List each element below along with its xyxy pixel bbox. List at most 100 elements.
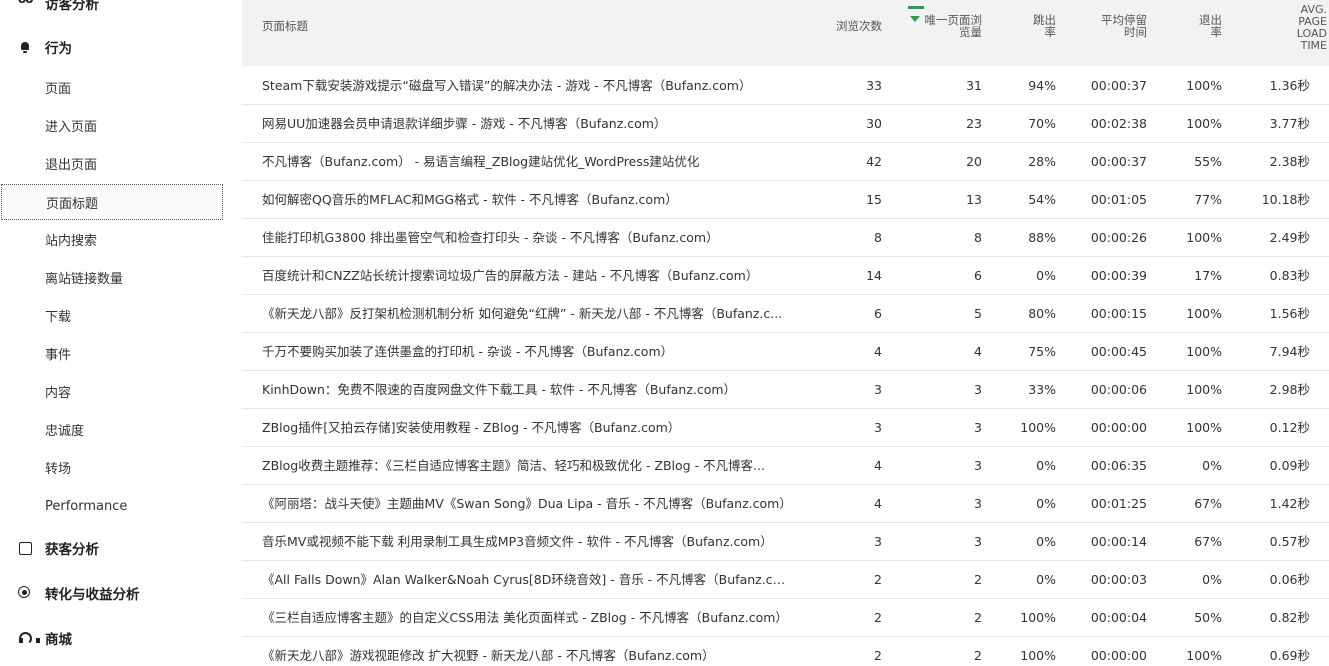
cell-exit-rate: 17% bbox=[1194, 268, 1222, 283]
cell-title[interactable]: 佳能打印机G3800 排出墨管空气和检查打印头 - 杂谈 - 不凡博客（Bufa… bbox=[262, 219, 792, 257]
cell-exit-rate: 100% bbox=[1186, 306, 1222, 321]
cell-title[interactable]: 如何解密QQ音乐的MFLAC和MGG格式 - 软件 - 不凡博客（Bufanz.… bbox=[262, 181, 792, 219]
cell-views: 14 bbox=[866, 268, 882, 283]
cell-title[interactable]: 网易UU加速器会员申请退款详细步骤 - 游戏 - 不凡博客（Bufanz.com… bbox=[262, 105, 792, 143]
cell-title[interactable]: KinhDown：免费不限速的百度网盘文件下载工具 - 软件 - 不凡博客（Bu… bbox=[262, 371, 792, 409]
sidebar-item-label: 内容 bbox=[45, 385, 72, 401]
sidebar-item-contents[interactable]: 内容 bbox=[0, 373, 224, 409]
cell-title[interactable]: Steam下载安装游戏提示“磁盘写入错误”的解决办法 - 游戏 - 不凡博客（B… bbox=[262, 67, 792, 105]
cell-avg-time: 00:00:45 bbox=[1090, 344, 1147, 359]
cell-unique-views: 23 bbox=[966, 116, 982, 131]
sidebar-item-performance[interactable]: Performance bbox=[0, 488, 224, 524]
cell-views: 3 bbox=[874, 534, 882, 549]
nav-section-visitors[interactable]: 访客分析 bbox=[18, 0, 99, 14]
table-row[interactable]: 《三栏自适应博客主题》的自定义CSS用法 美化页面样式 - ZBlog - 不凡… bbox=[242, 599, 1329, 637]
cell-bounce-rate: 100% bbox=[1020, 420, 1056, 435]
cell-bounce-rate: 0% bbox=[1036, 496, 1056, 511]
table-row[interactable]: 佳能打印机G3800 排出墨管空气和检查打印头 - 杂谈 - 不凡博客（Bufa… bbox=[242, 219, 1329, 257]
nav-section-acquisition[interactable]: 获客分析 bbox=[18, 537, 99, 559]
sidebar-item-exit-pages[interactable]: 退出页面 bbox=[0, 145, 224, 181]
cell-title[interactable]: ZBlog收费主题推荐：《三栏自适应博客主题》简洁、轻巧和极致优化 - ZBlo… bbox=[262, 447, 792, 485]
column-header-views[interactable]: 浏览次数 bbox=[822, 20, 882, 32]
sidebar-item-label: 页面 bbox=[45, 81, 72, 97]
cell-unique-views: 20 bbox=[966, 154, 982, 169]
cell-views: 6 bbox=[874, 306, 882, 321]
sidebar-item-pages[interactable]: 页面 bbox=[0, 69, 224, 105]
table-row[interactable]: 音乐MV或视频不能下载 利用录制工具生成MP3音频文件 - 软件 - 不凡博客（… bbox=[242, 523, 1329, 561]
cell-title[interactable]: 不凡博客（Bufanz.com） - 易语言编程_ZBlog建站优化_WordP… bbox=[262, 143, 792, 181]
cell-title[interactable]: 《三栏自适应博客主题》的自定义CSS用法 美化页面样式 - ZBlog - 不凡… bbox=[262, 599, 792, 637]
cell-avg-time: 00:06:35 bbox=[1090, 458, 1147, 473]
table-row[interactable]: ZBlog插件[又拍云存储]安装使用教程 - ZBlog - 不凡博客（Bufa… bbox=[242, 409, 1329, 447]
column-header-exit-line2: 率 bbox=[1210, 25, 1223, 39]
column-header-load-time[interactable]: AVG. PAGE LOAD TIME bbox=[1262, 4, 1327, 52]
cell-views: 42 bbox=[866, 154, 882, 169]
cell-title[interactable]: ZBlog插件[又拍云存储]安装使用教程 - ZBlog - 不凡博客（Bufa… bbox=[262, 409, 792, 447]
sidebar-item-site-search[interactable]: 站内搜索 bbox=[0, 221, 224, 257]
cell-load-time: 2.38秒 bbox=[1269, 154, 1310, 169]
cell-load-time: 0.12秒 bbox=[1269, 420, 1310, 435]
cell-exit-rate: 67% bbox=[1194, 534, 1222, 549]
cell-exit-rate: 100% bbox=[1186, 116, 1222, 131]
cell-title[interactable]: 百度统计和CNZZ站长统计搜索词垃圾广告的屏蔽方法 - 建站 - 不凡博客（Bu… bbox=[262, 257, 792, 295]
column-header-avgtime-line2: 时间 bbox=[1124, 25, 1147, 39]
table-row[interactable]: Steam下载安装游戏提示“磁盘写入错误”的解决办法 - 游戏 - 不凡博客（B… bbox=[242, 67, 1329, 105]
cell-exit-rate: 100% bbox=[1186, 344, 1222, 359]
nav-section-conversion[interactable]: 转化与收益分析 bbox=[18, 582, 140, 604]
cell-views: 8 bbox=[874, 230, 882, 245]
cell-load-time: 3.77秒 bbox=[1269, 116, 1310, 131]
cell-load-time: 0.06秒 bbox=[1269, 572, 1310, 587]
table-row[interactable]: 百度统计和CNZZ站长统计搜索词垃圾广告的屏蔽方法 - 建站 - 不凡博客（Bu… bbox=[242, 257, 1329, 295]
visitors-icon bbox=[18, 0, 33, 10]
sidebar-item-outlinks[interactable]: 离站链接数量 bbox=[0, 259, 224, 295]
table-row[interactable]: 《新天龙八部》游戏视距修改 扩大视野 - 新天龙八部 - 不凡博客（Bufanz… bbox=[242, 637, 1329, 666]
cell-views: 2 bbox=[874, 572, 882, 587]
sidebar-item-transitions[interactable]: 转场 bbox=[0, 449, 224, 485]
cell-avg-time: 00:00:00 bbox=[1090, 420, 1147, 435]
sidebar-item-entry-pages[interactable]: 进入页面 bbox=[0, 107, 224, 143]
cell-views: 15 bbox=[866, 192, 882, 207]
sidebar-item-label: 离站链接数量 bbox=[45, 271, 124, 287]
table-row[interactable]: 不凡博客（Bufanz.com） - 易语言编程_ZBlog建站优化_WordP… bbox=[242, 143, 1329, 181]
sidebar-item-page-titles[interactable]: 页面标题 bbox=[1, 184, 223, 220]
cell-unique-views: 3 bbox=[974, 420, 982, 435]
cell-bounce-rate: 100% bbox=[1020, 648, 1056, 663]
sidebar-item-engagement[interactable]: 忠诚度 bbox=[0, 411, 224, 447]
cell-title[interactable]: 音乐MV或视频不能下载 利用录制工具生成MP3音频文件 - 软件 - 不凡博客（… bbox=[262, 523, 792, 561]
column-header-unique-views[interactable]: 唯一页面浏 览量 bbox=[912, 14, 983, 38]
column-header-title[interactable]: 页面标题 bbox=[262, 20, 308, 32]
sidebar-item-events[interactable]: 事件 bbox=[0, 335, 224, 371]
table-row[interactable]: 《阿丽塔：战斗天使》主题曲MV《Swan Song》Dua Lipa - 音乐 … bbox=[242, 485, 1329, 523]
nav-section-behavior[interactable]: 行为 bbox=[18, 36, 72, 58]
cell-views: 3 bbox=[874, 420, 882, 435]
cell-avg-time: 00:01:05 bbox=[1090, 192, 1147, 207]
cell-bounce-rate: 0% bbox=[1036, 268, 1056, 283]
cell-title[interactable]: 《新天龙八部》游戏视距修改 扩大视野 - 新天龙八部 - 不凡博客（Bufanz… bbox=[262, 637, 792, 666]
cell-load-time: 0.09秒 bbox=[1269, 458, 1310, 473]
table-row[interactable]: 《新天龙八部》反打架机检测机制分析 如何避免“红牌” - 新天龙八部 - 不凡博… bbox=[242, 295, 1329, 333]
table-row[interactable]: ZBlog收费主题推荐：《三栏自适应博客主题》简洁、轻巧和极致优化 - ZBlo… bbox=[242, 447, 1329, 485]
cell-avg-time: 00:01:25 bbox=[1090, 496, 1147, 511]
table-row[interactable]: 《All Falls Down》Alan Walker&Noah Cyrus[8… bbox=[242, 561, 1329, 599]
cell-bounce-rate: 0% bbox=[1036, 572, 1056, 587]
bell-icon bbox=[18, 40, 32, 54]
table-row[interactable]: 千万不要购买加装了连供墨盒的打印机 - 杂谈 - 不凡博客（Bufanz.com… bbox=[242, 333, 1329, 371]
cell-title[interactable]: 千万不要购买加装了连供墨盒的打印机 - 杂谈 - 不凡博客（Bufanz.com… bbox=[262, 333, 792, 371]
table-row[interactable]: 网易UU加速器会员申请退款详细步骤 - 游戏 - 不凡博客（Bufanz.com… bbox=[242, 105, 1329, 143]
table-row[interactable]: 如何解密QQ音乐的MFLAC和MGG格式 - 软件 - 不凡博客（Bufanz.… bbox=[242, 181, 1329, 219]
target-icon bbox=[18, 586, 32, 600]
column-header-avg-time[interactable]: 平均停留 时间 bbox=[1082, 14, 1147, 38]
sidebar-item-downloads[interactable]: 下载 bbox=[0, 297, 224, 333]
cell-title[interactable]: 《新天龙八部》反打架机检测机制分析 如何避免“红牌” - 新天龙八部 - 不凡博… bbox=[262, 295, 792, 333]
cell-bounce-rate: 0% bbox=[1036, 458, 1056, 473]
column-header-exit-rate[interactable]: 退出 率 bbox=[1182, 14, 1222, 38]
column-header-bounce-rate[interactable]: 跳出 率 bbox=[1014, 14, 1056, 38]
table-row[interactable]: KinhDown：免费不限速的百度网盘文件下载工具 - 软件 - 不凡博客（Bu… bbox=[242, 371, 1329, 409]
cell-title[interactable]: 《All Falls Down》Alan Walker&Noah Cyrus[8… bbox=[262, 561, 792, 599]
cell-bounce-rate: 80% bbox=[1028, 306, 1056, 321]
nav-section-store[interactable]: 商城 bbox=[18, 627, 72, 649]
cell-title[interactable]: 《阿丽塔：战斗天使》主题曲MV《Swan Song》Dua Lipa - 音乐 … bbox=[262, 485, 792, 523]
cell-views: 4 bbox=[874, 344, 882, 359]
sidebar-item-label: 事件 bbox=[45, 347, 72, 363]
cell-unique-views: 31 bbox=[966, 78, 982, 93]
